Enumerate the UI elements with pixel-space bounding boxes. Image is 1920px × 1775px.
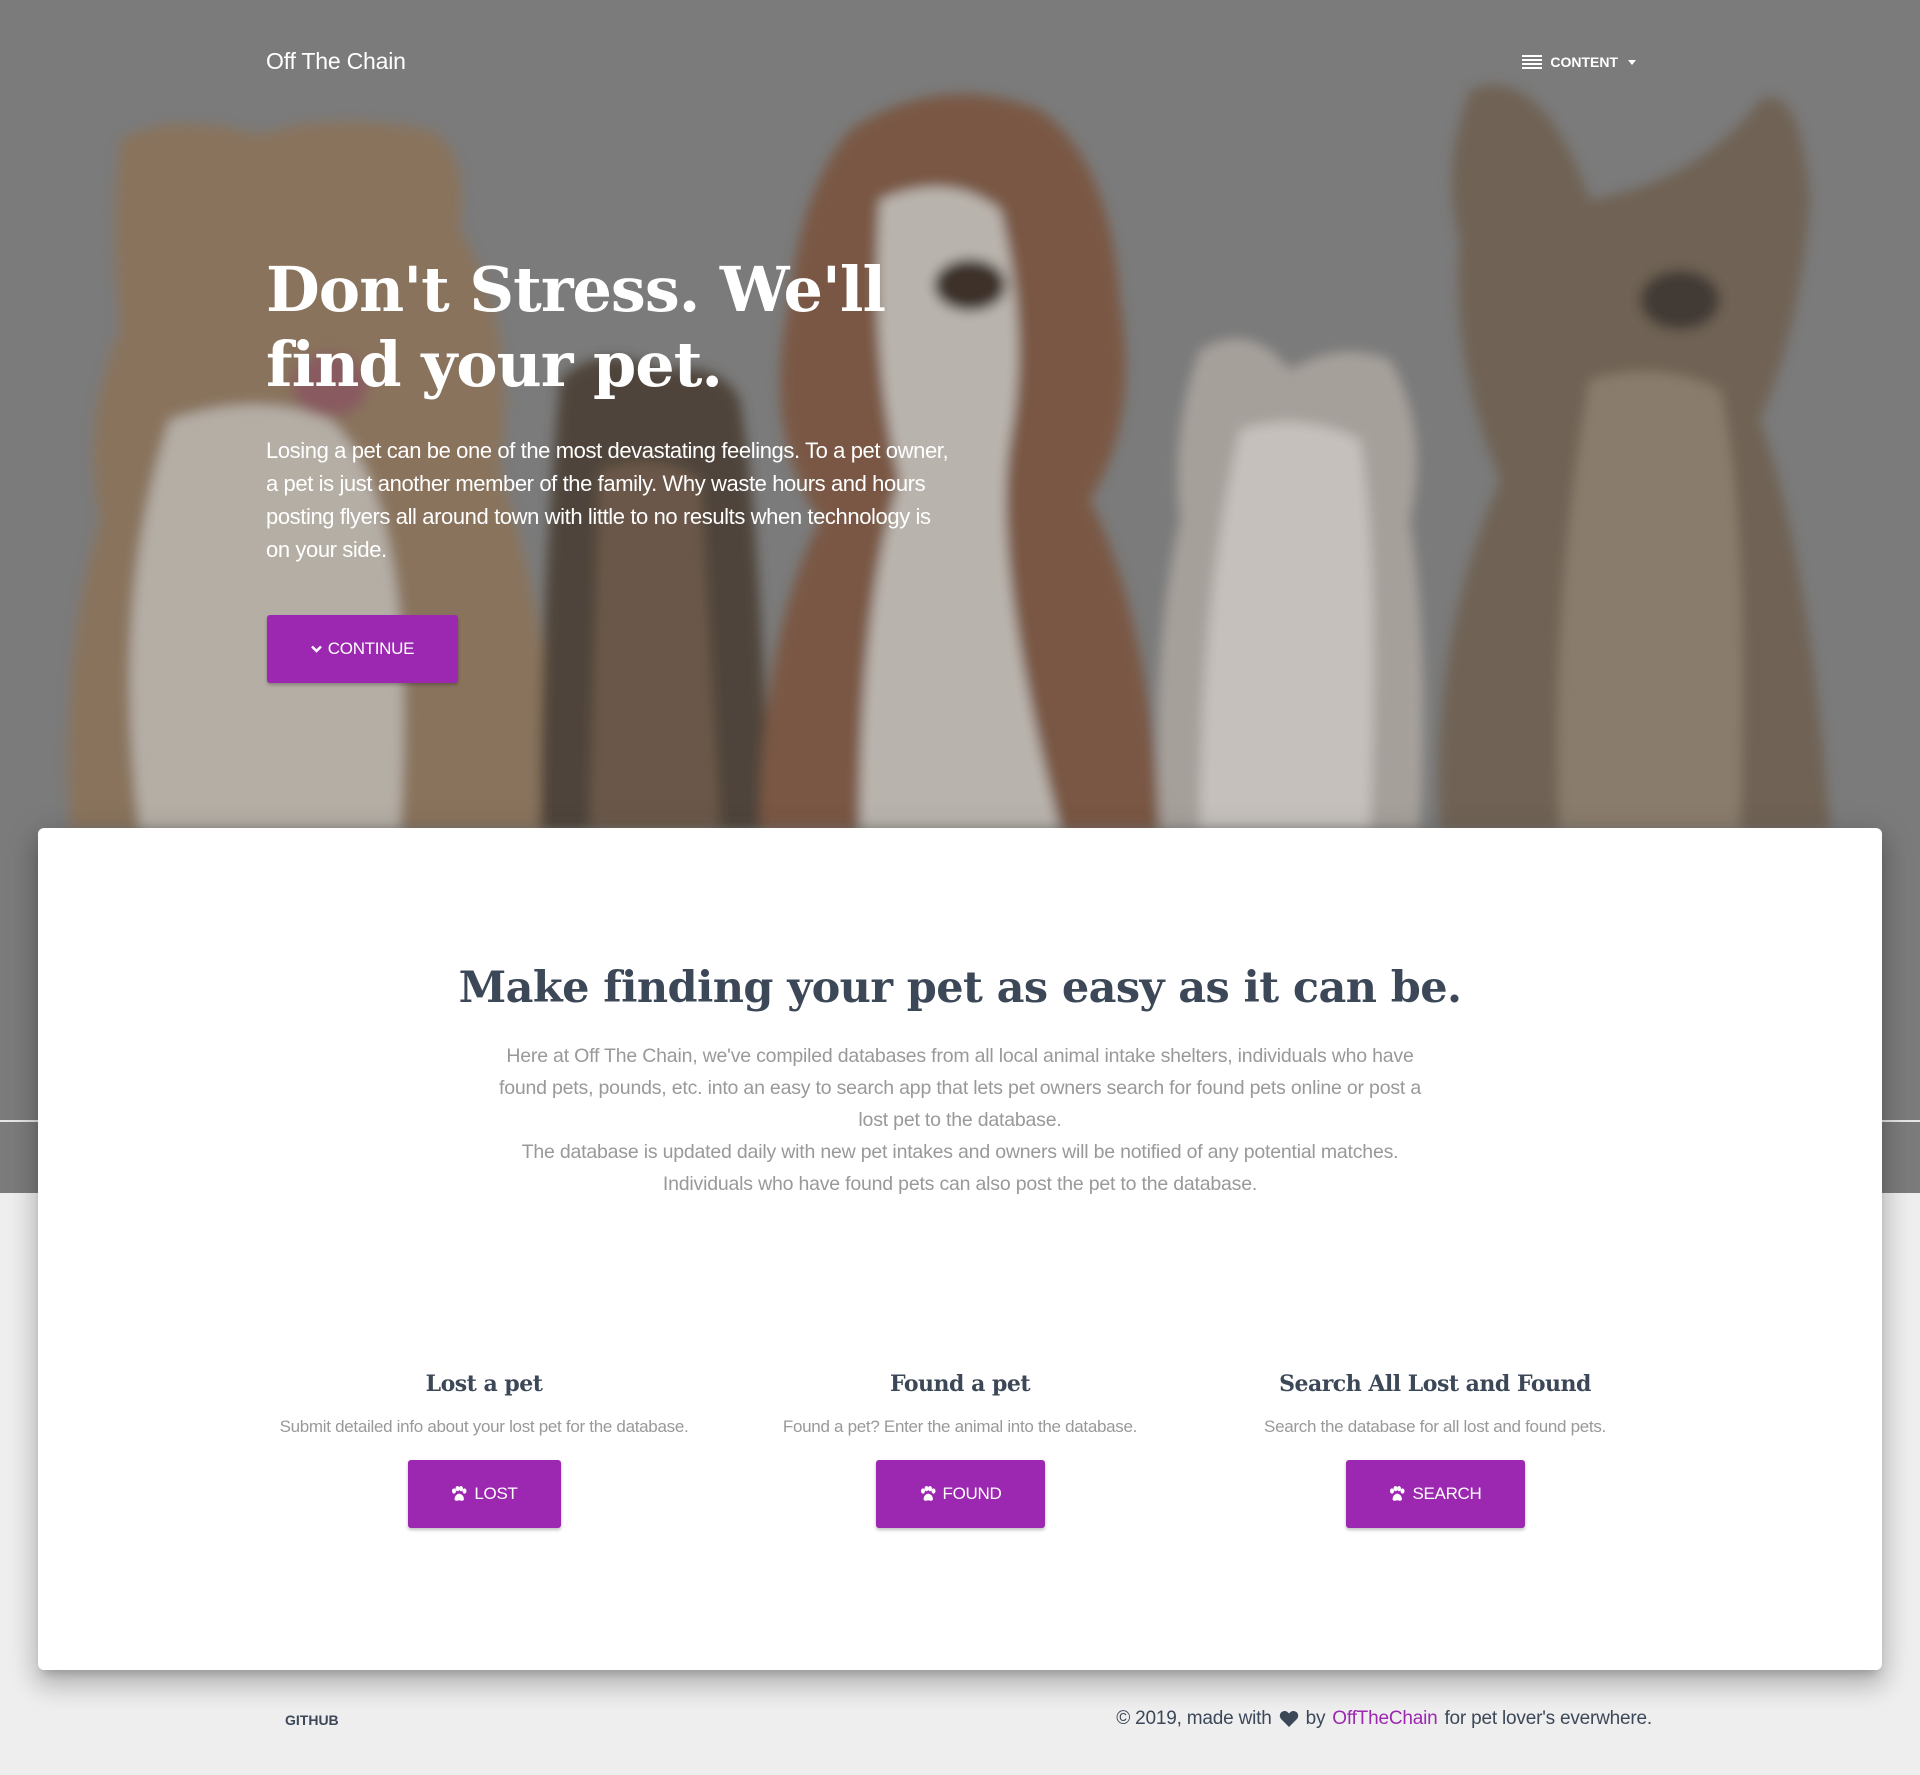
feature-search: Search All Lost and Found Search the dat… — [1215, 1368, 1655, 1528]
search-button-label: SEARCH — [1412, 1484, 1482, 1503]
lost-button[interactable]: LOST — [407, 1460, 561, 1528]
hero-lead-text: Losing a pet can be one of the most deva… — [266, 438, 949, 562]
search-button[interactable]: SEARCH — [1345, 1460, 1525, 1528]
feature-found: Found a pet Found a pet? Enter the anima… — [740, 1368, 1180, 1528]
feature-title: Lost a pet — [425, 1371, 543, 1397]
caret-down-icon — [1628, 59, 1636, 65]
feature-description: Search the database for all lost and fou… — [1264, 1417, 1606, 1436]
section-title: Make finding your pet as easy as it can … — [458, 963, 1462, 1013]
feature-title: Search All Lost and Found — [1279, 1371, 1591, 1397]
navbar: Off The Chain CONTENT — [266, 44, 1636, 80]
feature-description: Found a pet? Enter the animal into the d… — [782, 1417, 1138, 1436]
feature-description: Submit detailed info about your lost pet… — [279, 1417, 689, 1436]
paw-icon — [920, 1486, 936, 1501]
github-link[interactable]: GITHUB — [285, 1712, 339, 1728]
paw-icon — [452, 1486, 467, 1501]
hero-title: Don't Stress. We'll find your pet. — [266, 253, 886, 401]
continue-button-label: CONTINUE — [327, 639, 415, 658]
list-icon — [1522, 55, 1543, 69]
main-content-card: Make finding your pet as easy as it can … — [38, 828, 1882, 1670]
feature-title: Found a pet — [889, 1371, 1031, 1397]
section-description: Here at Off The Chain, we've compiled da… — [490, 1040, 1430, 1200]
description-paragraph-2: The database is updated daily with new p… — [521, 1141, 1399, 1195]
found-button[interactable]: FOUND — [875, 1460, 1045, 1528]
content-menu-dropdown[interactable]: CONTENT — [1522, 48, 1636, 76]
content-menu-label: CONTENT — [1550, 54, 1618, 70]
heart-icon — [1279, 1711, 1298, 1727]
footer-copyright: © 2019, made with by OffTheChain for pet… — [1116, 1708, 1652, 1730]
chevron-down-icon — [310, 645, 322, 653]
hero-pets-photo — [68, 84, 1830, 830]
feature-lost: Lost a pet Submit detailed info about yo… — [264, 1368, 704, 1528]
description-paragraph-1: Here at Off The Chain, we've compiled da… — [499, 1045, 1421, 1131]
paw-icon — [1390, 1486, 1405, 1501]
continue-button[interactable]: CONTINUE — [267, 615, 458, 683]
copyright-suffix: for pet lover's everwhere. — [1444, 1708, 1652, 1729]
brand-link[interactable]: Off The Chain — [266, 48, 406, 75]
lost-button-label: LOST — [474, 1484, 518, 1503]
author-link[interactable]: OffTheChain — [1332, 1708, 1437, 1730]
copyright-by: by — [1305, 1708, 1326, 1729]
copyright-prefix: © 2019, made with — [1116, 1708, 1272, 1729]
found-button-label: FOUND — [942, 1484, 1002, 1503]
